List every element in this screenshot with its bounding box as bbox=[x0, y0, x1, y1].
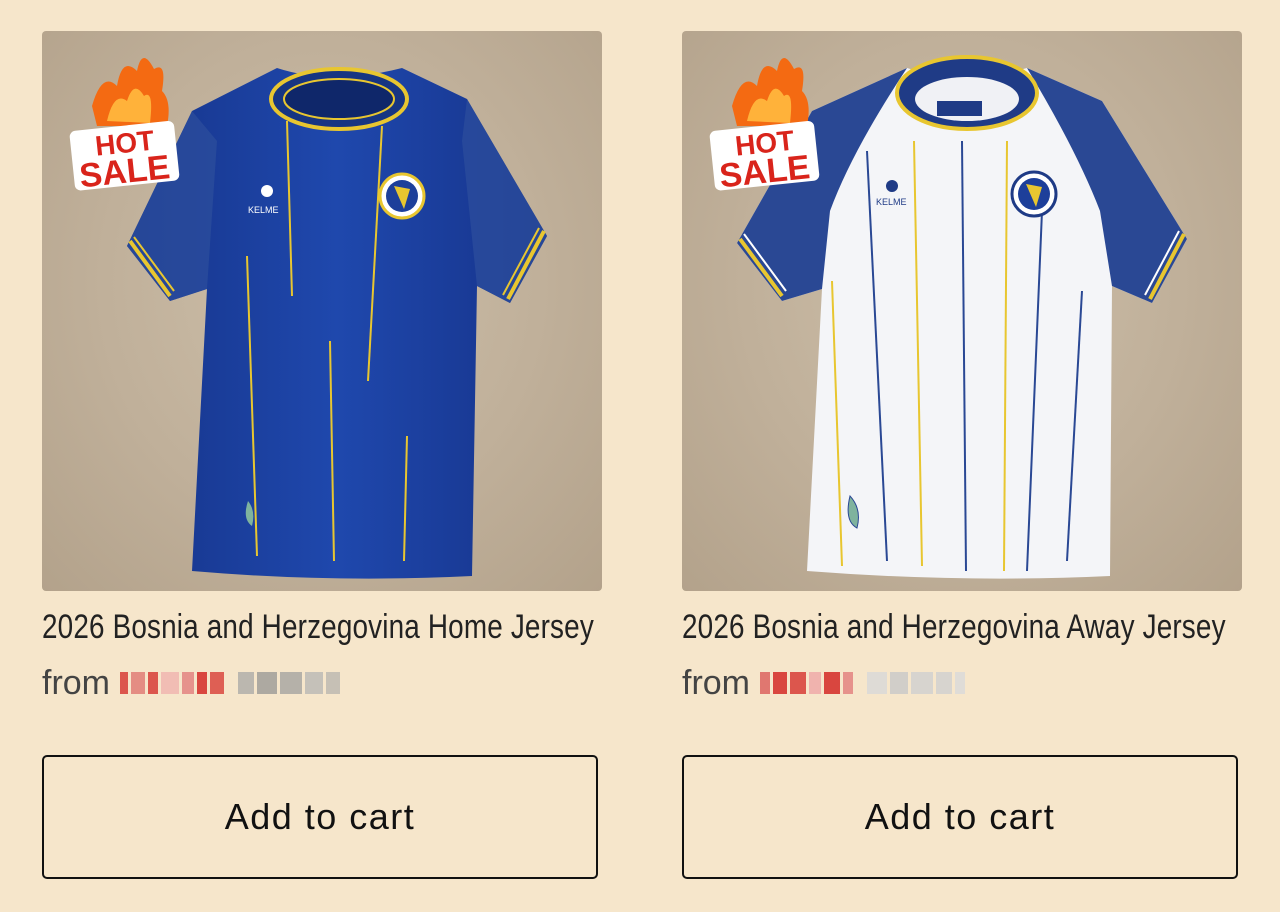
product-image-home[interactable]: KELME HOT SALE bbox=[42, 31, 602, 591]
add-to-cart-button[interactable]: Add to cart bbox=[42, 755, 598, 879]
price-from-label: from bbox=[42, 663, 110, 702]
product-card-away: KELME HOT SALE 2026 Bosnia and Herzegovi… bbox=[682, 31, 1242, 879]
product-grid: KELME HOT SALE 2026 Bosnia and Herzegovi… bbox=[0, 0, 1280, 912]
compare-price-redacted bbox=[238, 671, 340, 695]
product-card-home: KELME HOT SALE 2026 Bosnia and Herzegovi… bbox=[42, 31, 602, 879]
svg-text:KELME: KELME bbox=[876, 197, 907, 207]
svg-text:KELME: KELME bbox=[248, 205, 279, 215]
price-row: from bbox=[682, 663, 1242, 703]
product-title[interactable]: 2026 Bosnia and Herzegovina Home Jersey bbox=[42, 607, 594, 647]
product-title[interactable]: 2026 Bosnia and Herzegovina Away Jersey bbox=[682, 607, 1226, 647]
price-redacted bbox=[120, 671, 224, 695]
price-redacted bbox=[760, 671, 853, 695]
add-to-cart-button[interactable]: Add to cart bbox=[682, 755, 1238, 879]
product-image-away[interactable]: KELME HOT SALE bbox=[682, 31, 1242, 591]
price-from-label: from bbox=[682, 663, 750, 702]
compare-price-redacted bbox=[867, 671, 965, 695]
price-row: from bbox=[42, 663, 602, 703]
